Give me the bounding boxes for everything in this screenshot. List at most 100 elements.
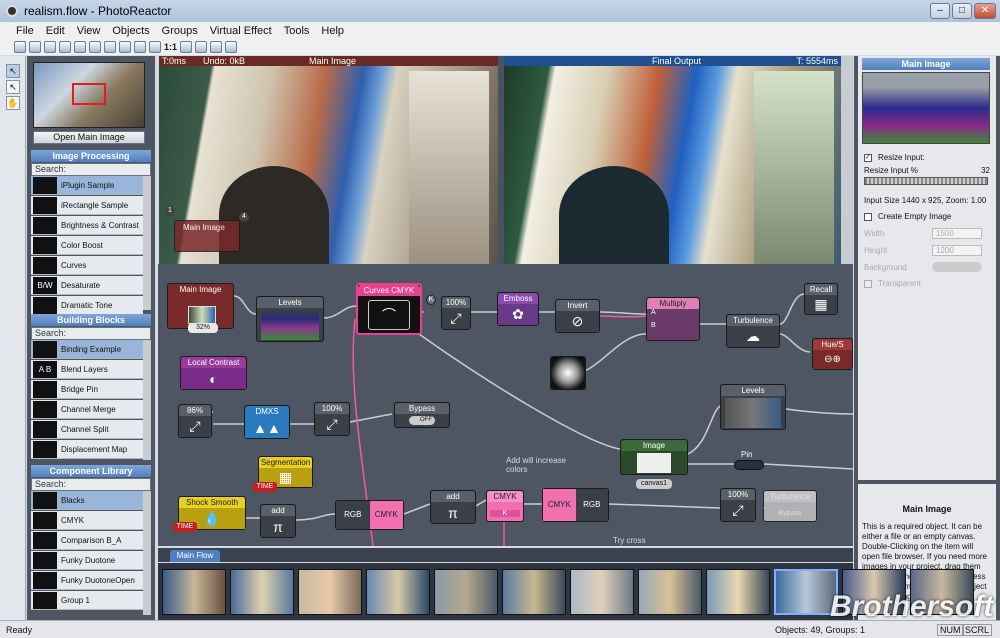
time-badge-1[interactable]: TIME: [253, 482, 277, 492]
maximize-button[interactable]: □: [952, 3, 972, 19]
node-add[interactable]: add π: [260, 504, 296, 538]
node-cmyk-k[interactable]: CMYK K: [486, 490, 524, 522]
menu-help[interactable]: Help: [321, 25, 344, 37]
list-item[interactable]: Color Boost: [31, 236, 143, 255]
node-invert[interactable]: Invert ⊘: [555, 299, 600, 333]
background-color-swatch[interactable]: [932, 262, 982, 272]
undo-icon[interactable]: [119, 41, 131, 53]
zoom-out-icon[interactable]: [195, 41, 208, 53]
list-item[interactable]: Brightness & Contrast: [31, 216, 143, 235]
save-all-icon[interactable]: [59, 41, 71, 53]
viewport-rect[interactable]: [72, 83, 106, 105]
final-output-viewer[interactable]: Final Output T: 5554ms: [504, 56, 841, 264]
list-item[interactable]: Funky DuotoneOpen: [31, 571, 143, 590]
filmstrip-thumbnail[interactable]: [706, 569, 770, 615]
list-item[interactable]: B/W Desaturate: [31, 276, 143, 295]
menu-file[interactable]: File: [16, 25, 34, 37]
filmstrip-thumbnail[interactable]: [434, 569, 498, 615]
filmstrip-thumbnail[interactable]: [230, 569, 294, 615]
list-item[interactable]: Blacks: [31, 491, 143, 510]
close-button[interactable]: ✕: [974, 3, 996, 19]
node-rgb-cmyk[interactable]: RGB CMYK: [335, 500, 404, 530]
resize-input-checkbox[interactable]: ✓: [864, 154, 872, 162]
list-item[interactable]: Channel Split: [31, 420, 143, 439]
section-component-library[interactable]: Component Library: [31, 465, 151, 477]
menu-view[interactable]: View: [77, 25, 101, 37]
node-scale-100[interactable]: 100% ⤢: [441, 296, 471, 330]
list-item[interactable]: Funky Duotone: [31, 551, 143, 570]
list-item[interactable]: Channel Merge: [31, 400, 143, 419]
filmstrip-thumbnail[interactable]: [638, 569, 702, 615]
overlay-main-image-node[interactable]: Main Image: [174, 220, 240, 252]
node-recall[interactable]: Recall ▦: [804, 283, 838, 315]
menu-tools[interactable]: Tools: [284, 25, 310, 37]
width-input[interactable]: 1500: [932, 228, 982, 239]
node-cmyk-k-port[interactable]: K: [490, 510, 520, 517]
main-image-thumbnail[interactable]: [33, 62, 145, 128]
building-blocks-scrollbar[interactable]: [143, 340, 151, 460]
menu-groups[interactable]: Groups: [162, 25, 198, 37]
stop-icon[interactable]: [225, 41, 238, 53]
viewer-splitter[interactable]: [498, 56, 504, 264]
node-curves-cmyk[interactable]: Curves CMYK ⌒: [356, 283, 422, 335]
zoom-icon[interactable]: [149, 41, 161, 53]
menu-edit[interactable]: Edit: [46, 25, 65, 37]
node-levels-2[interactable]: Levels: [720, 384, 786, 430]
section-image-processing[interactable]: Image Processing: [31, 150, 151, 162]
menu-objects[interactable]: Objects: [112, 25, 149, 37]
fit-icon[interactable]: [180, 41, 193, 53]
filmstrip-thumbnail[interactable]: [162, 569, 226, 615]
component-library-scrollbar[interactable]: [143, 491, 151, 615]
filmstrip-thumbnail[interactable]: [366, 569, 430, 615]
list-item[interactable]: Group 1: [31, 591, 143, 610]
filmstrip-thumbnail[interactable]: [298, 569, 362, 615]
paste-icon[interactable]: [89, 41, 101, 53]
section-building-blocks[interactable]: Building Blocks: [31, 314, 151, 326]
multiply-port-a[interactable]: A: [647, 309, 699, 316]
node-dmxs[interactable]: DMXS ▲▲: [244, 405, 290, 439]
list-item[interactable]: iRectangle Sample: [31, 196, 143, 215]
node-add-2[interactable]: add π: [430, 490, 476, 524]
list-item[interactable]: CMYK: [31, 511, 143, 530]
building-blocks-search[interactable]: Search:: [31, 327, 151, 340]
node-scale-86[interactable]: 86% ⤢: [178, 404, 212, 438]
image-processing-search[interactable]: Search:: [31, 163, 151, 176]
menu-virtual-effect[interactable]: Virtual Effect: [210, 25, 272, 37]
pin-node[interactable]: [734, 460, 764, 470]
copy-icon[interactable]: [74, 41, 86, 53]
list-item[interactable]: A B Blend Layers: [31, 360, 143, 379]
tab-main-flow[interactable]: Main Flow: [170, 550, 220, 562]
minimize-button[interactable]: –: [930, 3, 950, 19]
zoom-1to1-button[interactable]: 1:1: [164, 42, 177, 52]
node-levels[interactable]: Levels: [256, 296, 324, 342]
list-item[interactable]: iPlugin Sample: [31, 176, 143, 195]
time-badge-2[interactable]: TIME: [173, 522, 197, 532]
node-local-contrast[interactable]: Local Contrast ◐: [180, 356, 247, 390]
hand-icon[interactable]: ✋: [6, 96, 20, 110]
save-icon[interactable]: [44, 41, 56, 53]
main-image-viewer[interactable]: T:0ms Undo: 0kB Main Image Main Image 1 …: [159, 56, 498, 264]
filmstrip-thumbnail[interactable]: [502, 569, 566, 615]
filmstrip-thumbnail[interactable]: [774, 569, 838, 615]
redo-icon[interactable]: [134, 41, 146, 53]
node-bypass[interactable]: Bypass OFF: [394, 402, 450, 428]
list-item[interactable]: Displacement Map: [31, 440, 143, 459]
node-scale-100-c[interactable]: 100% ⤢: [720, 488, 756, 522]
node-hue-saturation[interactable]: Hue/S ⊖⊕: [812, 338, 853, 370]
resize-slider[interactable]: [864, 177, 988, 185]
node-editor[interactable]: Main Image 32% Levels Curves CMYK ⌒ K 10…: [158, 264, 853, 546]
create-empty-checkbox[interactable]: [864, 213, 872, 221]
node-emboss[interactable]: Emboss ✿: [497, 292, 539, 326]
node-radial-gradient[interactable]: [550, 356, 586, 390]
open-folder-icon[interactable]: [29, 41, 41, 53]
node-turbulence[interactable]: Turbulence ☁: [726, 314, 780, 348]
select-arrow-icon[interactable]: ↖: [6, 64, 20, 78]
filmstrip-thumbnail[interactable]: [570, 569, 634, 615]
k-badge[interactable]: K: [426, 295, 436, 305]
delete-icon[interactable]: [104, 41, 116, 53]
transparent-checkbox[interactable]: [864, 280, 872, 288]
node-image[interactable]: Image: [620, 439, 688, 475]
component-library-search[interactable]: Search:: [31, 478, 151, 491]
pointer-icon[interactable]: ↖: [6, 80, 20, 94]
bypass-toggle[interactable]: OFF: [409, 416, 435, 425]
